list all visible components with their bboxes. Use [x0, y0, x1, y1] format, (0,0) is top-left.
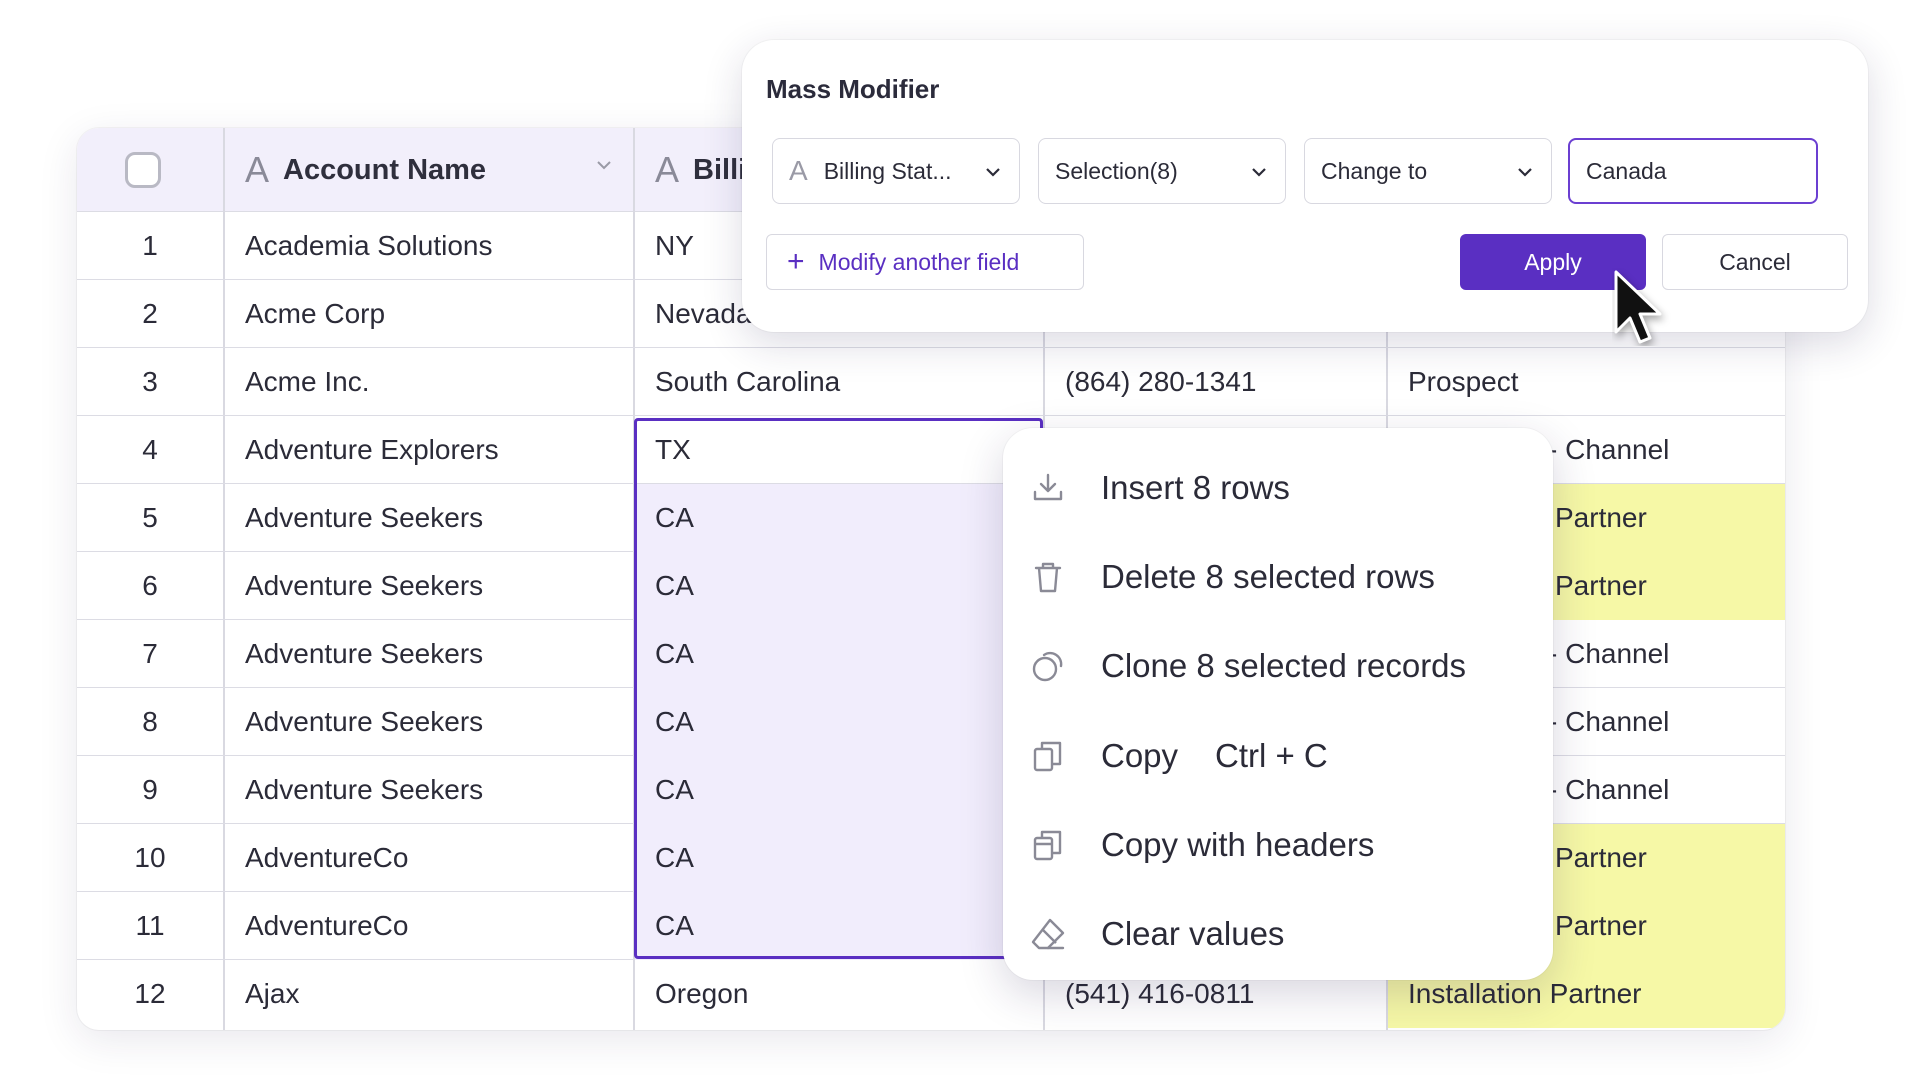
menu-item-label: Clear values	[1101, 915, 1285, 952]
menu-item-clear-values[interactable]: Clear values	[1003, 904, 1553, 964]
mouse-pointer-icon	[1614, 270, 1662, 344]
row-number: 11	[135, 910, 165, 941]
copy-icon	[1033, 741, 1062, 772]
menu-item-label: Insert 8 rows	[1101, 469, 1290, 506]
account-name-cell[interactable]: Acme Inc.	[225, 348, 633, 416]
type-cell[interactable]: Prospect	[1388, 348, 1785, 416]
row-number: 6	[142, 570, 158, 601]
row-number: 5	[142, 502, 158, 533]
modify-another-field-button[interactable]: + Modify another field	[766, 234, 1084, 290]
billing-state-cell[interactable]: CA	[635, 688, 1043, 756]
billing-state-cell[interactable]: CA	[635, 552, 1043, 620]
account-name-cell[interactable]: Academia Solutions	[225, 212, 633, 280]
row-number: 12	[134, 978, 166, 1009]
menu-item-label: Copy with headers	[1101, 826, 1375, 863]
chevron-down-icon[interactable]	[595, 156, 613, 174]
select-all-checkbox[interactable]	[125, 152, 161, 188]
value-input[interactable]: Canada	[1568, 138, 1818, 204]
menu-item-shortcut: Ctrl + C	[1215, 737, 1328, 774]
modify-another-label: Modify another field	[818, 248, 1020, 275]
menu-item-copy-with-headers[interactable]: Copy with headers	[1003, 815, 1553, 875]
menu-item-label: Delete 8 selected rows	[1101, 558, 1435, 595]
panel-title: Mass Modifier	[766, 74, 940, 104]
billing-state-cell[interactable]: South Carolina	[635, 348, 1043, 416]
copy-headers-icon	[1033, 830, 1062, 861]
billing-state-cell[interactable]: CA	[635, 756, 1043, 824]
row-number: 3	[142, 366, 158, 397]
download-icon	[1033, 473, 1063, 501]
field-select[interactable]: A Billing Stat...	[772, 138, 1020, 204]
phone-cell[interactable]: (864) 280-1341	[1045, 348, 1386, 416]
context-menu: Insert 8 rows Delete 8 selected rows Clo…	[1003, 428, 1553, 980]
billing-state-cell[interactable]: CA	[635, 824, 1043, 892]
chevron-down-icon	[1252, 168, 1266, 177]
type-cell[interactable]: - Channel	[1540, 756, 1785, 824]
text-type-icon: A	[789, 155, 808, 186]
chevron-down-icon	[986, 168, 1000, 177]
account-name-cell[interactable]: Adventure Explorers	[225, 416, 633, 484]
row-number: 8	[142, 706, 158, 737]
account-name-cell[interactable]: Acme Corp	[225, 280, 633, 348]
eraser-icon	[1031, 918, 1065, 950]
column-label: Account Name	[283, 153, 487, 186]
menu-item-label: Copy	[1101, 737, 1179, 774]
account-name-cell[interactable]: Adventure Seekers	[225, 756, 633, 824]
mass-modifier-panel: Mass Modifier A Billing Stat... Selectio…	[742, 40, 1868, 332]
billing-state-cell[interactable]: Oregon	[635, 960, 1043, 1028]
row-number: 7	[142, 638, 158, 669]
row-number: 4	[142, 434, 158, 465]
trash-icon	[1034, 562, 1062, 593]
plus-icon: +	[787, 245, 805, 278]
row-number: 2	[142, 298, 158, 329]
account-name-cell[interactable]: AdventureCo	[225, 824, 633, 892]
clone-icon	[1032, 651, 1063, 682]
row-number: 9	[142, 774, 158, 805]
operation-select[interactable]: Change to	[1304, 138, 1552, 204]
account-name-cell[interactable]: Adventure Seekers	[225, 552, 633, 620]
billing-state-cell[interactable]: CA	[635, 484, 1043, 552]
account-name-cell[interactable]: Adventure Seekers	[225, 688, 633, 756]
type-cell[interactable]: - Channel	[1540, 416, 1785, 484]
row-number: 1	[142, 230, 158, 261]
billing-state-cell[interactable]: CA	[635, 892, 1043, 960]
text-type-icon: A	[655, 149, 680, 190]
menu-item-label: Clone 8 selected records	[1101, 647, 1467, 684]
row-number: 10	[134, 842, 166, 873]
account-name-cell[interactable]: Adventure Seekers	[225, 620, 633, 688]
account-name-cell[interactable]: Adventure Seekers	[225, 484, 633, 552]
text-type-icon: A	[245, 149, 270, 190]
field-select-value: Billing Stat...	[823, 157, 952, 184]
column-header-account-name[interactable]: A Account Name	[225, 128, 635, 212]
type-cell[interactable]: - Channel	[1540, 688, 1785, 756]
menu-item-insert-rows[interactable]: Insert 8 rows	[1003, 458, 1553, 518]
account-name-cell[interactable]: Ajax	[225, 960, 633, 1028]
menu-item-delete-rows[interactable]: Delete 8 selected rows	[1003, 547, 1553, 607]
menu-item-clone-records[interactable]: Clone 8 selected records	[1003, 636, 1553, 696]
scope-select[interactable]: Selection(8)	[1038, 138, 1286, 204]
menu-item-copy[interactable]: Copy Ctrl + C	[1003, 726, 1553, 786]
scope-select-value: Selection(8)	[1055, 157, 1178, 184]
chevron-down-icon	[1518, 168, 1532, 177]
operation-select-value: Change to	[1321, 157, 1428, 184]
column-label: Billi	[693, 153, 747, 186]
cancel-button[interactable]: Cancel	[1662, 234, 1848, 290]
type-cell[interactable]: - Channel	[1540, 620, 1785, 688]
value-input-text: Canada	[1586, 157, 1667, 184]
account-name-cell[interactable]: AdventureCo	[225, 892, 633, 960]
table-row[interactable]: 3 Acme Inc. South Carolina (864) 280-134…	[77, 348, 1785, 416]
billing-state-cell[interactable]: TX	[635, 416, 1043, 484]
billing-state-cell[interactable]: CA	[635, 620, 1043, 688]
